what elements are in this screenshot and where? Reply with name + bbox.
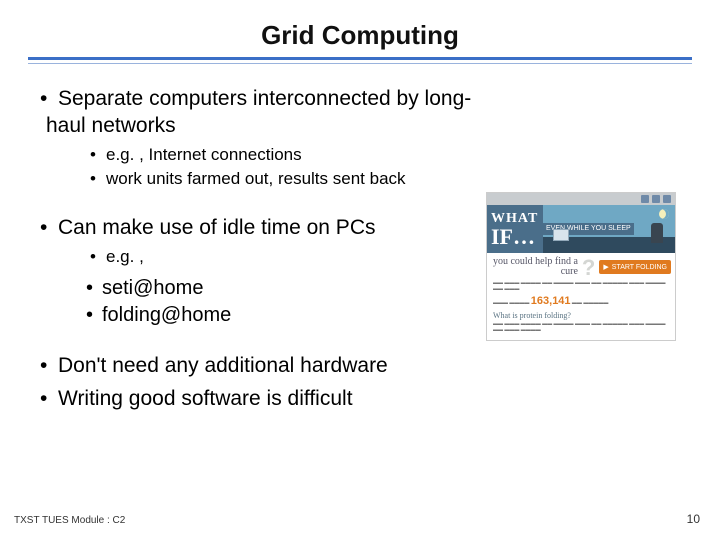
bullet-2: Can make use of idle time on PCs e.g. , … xyxy=(46,215,486,329)
promo-blurb-1: ▬▬ ▬▬▬ ▬▬▬▬ ▬▬ ▬▬▬▬ ▬▬▬ ▬▬ ▬▬▬▬▬ ▬▬▬ ▬▬▬… xyxy=(493,280,669,292)
hero-if: IF… xyxy=(491,227,539,247)
slide-title: Grid Computing xyxy=(28,20,692,51)
social-icon xyxy=(652,195,660,203)
hero-right: EVEN WHILE YOU SLEEP xyxy=(543,205,675,253)
bullet-2-subsublist: seti@home folding@home xyxy=(86,276,486,329)
social-icon xyxy=(641,195,649,203)
bullet-1-text: Separate computers interconnected by lon… xyxy=(46,87,471,137)
image-column: WHAT IF… EVEN WHILE YOU SLEEP you could … xyxy=(486,86,682,419)
bullet-2-s2: folding@home xyxy=(86,303,486,329)
moon-icon xyxy=(659,209,669,219)
social-icon xyxy=(663,195,671,203)
promo-blurb-2: ▬▬▬ ▬▬▬▬ 163,141 ▬▬ ▬▬▬▬▬ xyxy=(493,295,669,308)
bullet-1-sublist: e.g. , Internet connections work units f… xyxy=(90,144,486,190)
slide-number: 10 xyxy=(687,512,700,526)
folding-at-home-promo: WHAT IF… EVEN WHILE YOU SLEEP you could … xyxy=(486,192,676,341)
bullet-1: Separate computers interconnected by lon… xyxy=(46,86,486,189)
bullet-2-text: Can make use of idle time on PCs xyxy=(58,216,375,239)
bullet-list-3: Don't need any additional hardware Writi… xyxy=(46,353,486,413)
cure-text: you could help find a cure xyxy=(491,257,578,278)
bullet-list: Separate computers interconnected by lon… xyxy=(46,86,486,189)
bullet-list-2: Can make use of idle time on PCs e.g. , … xyxy=(46,215,486,329)
bullet-2a: e.g. , xyxy=(90,246,486,268)
bullet-4: Writing good software is difficult xyxy=(46,386,486,413)
bullet-1a: e.g. , Internet connections xyxy=(90,144,486,166)
bullet-1b: work units farmed out, results sent back xyxy=(90,168,486,190)
title-rule xyxy=(28,57,692,64)
promo-hero: WHAT IF… EVEN WHILE YOU SLEEP xyxy=(487,205,675,253)
promo-mid: you could help find a cure ? START FOLDI… xyxy=(487,253,675,280)
hero-left: WHAT IF… xyxy=(487,205,543,253)
bullet-2-s1: seti@home xyxy=(86,276,486,302)
spacer xyxy=(46,197,486,215)
start-folding-label: START FOLDING xyxy=(612,264,667,271)
bullet-2-sublist: e.g. , xyxy=(90,246,486,268)
promo-subhead: What is protein folding? xyxy=(493,311,669,321)
monitor-shape xyxy=(553,229,569,241)
content-area: Separate computers interconnected by lon… xyxy=(28,86,692,419)
promo-number: 163,141 xyxy=(531,295,571,307)
spacer-2 xyxy=(46,335,486,353)
bullet-column: Separate computers interconnected by lon… xyxy=(46,86,486,419)
slide: Grid Computing Separate computers interc… xyxy=(0,0,720,540)
promo-blurb-3: ▬▬ ▬▬▬ ▬▬▬▬ ▬▬ ▬▬▬▬ ▬▬▬ ▬▬ ▬▬▬▬▬ ▬▬▬ ▬▬▬… xyxy=(493,321,669,333)
rule-thick xyxy=(28,57,692,60)
promo-topbar xyxy=(487,193,675,205)
promo-body: ▬▬ ▬▬▬ ▬▬▬▬ ▬▬ ▬▬▬▬ ▬▬▬ ▬▬ ▬▬▬▬▬ ▬▬▬ ▬▬▬… xyxy=(487,280,675,340)
chair-shape xyxy=(651,223,663,243)
rule-thin xyxy=(28,63,692,64)
footer-left: TXST TUES Module : C2 xyxy=(14,515,125,526)
question-mark-icon: ? xyxy=(582,259,595,277)
start-folding-button[interactable]: START FOLDING xyxy=(599,260,671,274)
bullet-3: Don't need any additional hardware xyxy=(46,353,486,380)
